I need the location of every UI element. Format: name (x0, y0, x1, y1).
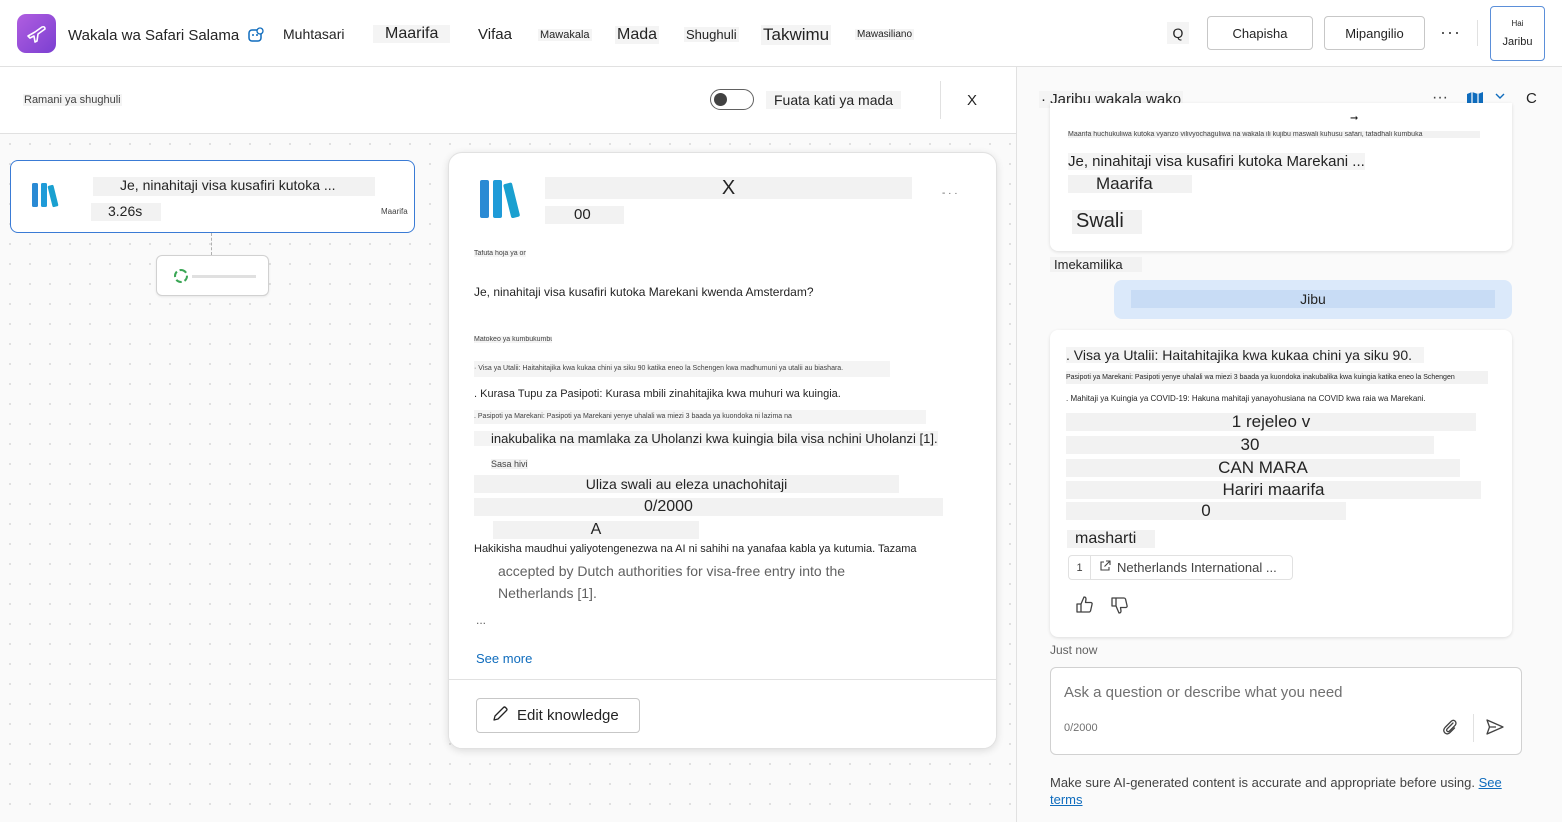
ask-placeholder: Uliza swali au eleza unachohitaji (474, 475, 899, 493)
input-label: Tafuta hoja ya ombi (474, 250, 526, 257)
answer-line-passport: Pasipoti ya Marekani: Pasipoti yenye uha… (1066, 371, 1488, 384)
tab-overview[interactable]: Muhtasari (281, 26, 347, 42)
card-tag: Maarifa (1068, 175, 1192, 193)
see-more-link[interactable]: See more (476, 651, 532, 666)
activity-map-header: Ramani ya shughuli Fuata kati ya mada X (0, 67, 1016, 134)
attach-icon[interactable] (1441, 718, 1459, 739)
follow-topics-label: Fuata kati ya mada (766, 91, 902, 109)
answer-excerpt-2: Netherlands [1]. (498, 585, 597, 601)
bot-answer-card: . Visa ya Utalii: Haitahitajika kwa kuka… (1050, 330, 1512, 637)
citation-title: Netherlands International ... (1117, 560, 1277, 575)
send-icon[interactable] (1485, 718, 1505, 739)
more-options-icon[interactable]: - · · (942, 188, 958, 199)
char-counter: 0/2000 (1064, 722, 1098, 734)
activity-map-title: Ramani ya shughuli (23, 94, 122, 106)
node-placeholder (192, 275, 256, 278)
passport-line: . Pasipoti ya Marekani: Pasipoti ya Mare… (474, 410, 926, 424)
activity-message-card: ➞ Maarifa huchukuliwa kutoka vyanzo vili… (1050, 103, 1512, 251)
knowledge-detail-panel: X 00 - · · Tafuta hoja ya ombi Je, ninah… (448, 152, 997, 749)
follow-topics-toggle[interactable] (710, 89, 754, 110)
answer-bar-3: CAN MARA (1066, 459, 1460, 477)
tab-agents[interactable]: Mawakala (538, 29, 592, 41)
detail-title: X (545, 177, 912, 199)
close-activity-button[interactable]: X (967, 92, 977, 109)
a-label: A (493, 521, 699, 539)
chat-input-box[interactable]: 0/2000 (1050, 667, 1522, 755)
top-bar: Wakala wa Safari Salama Muhtasari Maarif… (0, 0, 1562, 67)
external-link-icon (1099, 560, 1111, 575)
tab-analytics[interactable]: Takwimu (761, 25, 832, 45)
loading-spinner-icon (174, 269, 188, 283)
card-question: Je, ninahitaji visa kusafiri kutoka Mare… (1068, 153, 1365, 170)
answer-line-covid: . Mahitaji ya Kuingia ya COVID-19: Hakun… (1066, 394, 1426, 403)
settings-button[interactable]: Mipangilio (1324, 16, 1425, 50)
citation-link[interactable]: Netherlands International ... (1091, 560, 1277, 575)
activity-node-knowledge[interactable]: Je, ninahitaji visa kusafiri kutoka ... … (10, 160, 415, 233)
user-message-text: Jibu (1131, 290, 1495, 308)
answer-excerpt-1: accepted by Dutch authorities for visa-f… (498, 563, 846, 579)
edit-knowledge-label: Edit knowledge (517, 707, 619, 724)
ellipsis: ... (476, 613, 487, 627)
detail-footer: Edit knowledge (449, 679, 996, 748)
passport-pages-line: . Kurasa Tupu za Pasipoti: Kurasa mbili … (474, 388, 841, 400)
user-message-bubble: Jibu (1114, 280, 1512, 319)
node-type-tag: Maarifa (381, 207, 408, 216)
node-title: Je, ninahitaji visa kusafiri kutoka ... (93, 177, 375, 196)
node-duration: 3.26s (91, 203, 161, 221)
pencil-icon (491, 705, 509, 727)
references-toggle[interactable]: 1 rejeleo v (1066, 413, 1476, 431)
divider (1477, 20, 1478, 46)
terms-label: masharti (1067, 530, 1155, 548)
knowledge-icon (479, 178, 525, 223)
card-summary: Maarifa huchukuliwa kutoka vyanzo vilivy… (1068, 131, 1480, 138)
char-counter: 0/2000 (474, 498, 943, 516)
answer-bar-2: 30 (1066, 436, 1434, 454)
ai-disclaimer: Hakikisha maudhui yaliyotengenezwa na AI… (474, 543, 917, 555)
test-label: Jaribu (1502, 36, 1533, 48)
status-completed: Imekamilika (1050, 257, 1142, 272)
divider (940, 81, 941, 119)
output-label: Matokeo ya kumbukumbu (474, 336, 552, 343)
thumbs-down-icon[interactable] (1110, 595, 1130, 618)
detail-count: 00 (545, 206, 624, 224)
citation-chip[interactable]: 1 Netherlands International ... (1068, 555, 1293, 580)
card-kind: Swali (1072, 210, 1142, 234)
edit-knowledge-button[interactable]: Edit knowledge (476, 698, 640, 733)
tab-knowledge[interactable]: Maarifa (373, 25, 451, 43)
chat-disclaimer: Make sure AI-generated content is accura… (1050, 774, 1520, 808)
answer-bar-5: 0 (1066, 502, 1346, 520)
tab-activity[interactable]: Shughuli (684, 27, 739, 42)
output-line: · Visa ya Utalii: Haitahitajika kwa kuka… (474, 361, 890, 377)
answer-line-visa: . Visa ya Utalii: Haitahitajika kwa kuka… (1066, 347, 1425, 363)
tab-tools[interactable]: Vifaa (476, 26, 514, 43)
tab-topics[interactable]: Mada (615, 26, 660, 44)
citation-number: 1 (1069, 556, 1091, 579)
thumbs-up-icon[interactable] (1075, 595, 1095, 618)
answer-bar-4: Hariri maarifa (1066, 481, 1481, 499)
message-timestamp: Just now (1050, 643, 1098, 657)
test-agent-button[interactable]: Hai Jaribu (1490, 6, 1545, 61)
tab-channels[interactable]: Mawasiliano (855, 29, 915, 40)
test-top-label: Hai (1511, 19, 1524, 28)
refresh-button[interactable]: C (1526, 90, 1537, 107)
more-options-icon[interactable]: ··· (1440, 22, 1461, 43)
knowledge-icon (31, 181, 63, 212)
uholanzi-line: inakubalika na mamlaka za Uholanzi kwa k… (474, 431, 938, 446)
toggle-knob (714, 93, 727, 106)
now-label: Sasa hivi (491, 459, 528, 469)
arrow-icon: ➞ (1350, 113, 1359, 124)
test-agent-panel: · Jaribu wakala wako ··· C ➞ Maarifa huc… (1016, 67, 1562, 822)
divider (1473, 714, 1474, 742)
agent-name[interactable]: Wakala wa Safari Salama (68, 27, 239, 44)
publish-button[interactable]: Chapisha (1207, 16, 1313, 50)
query-text: Je, ninahitaji visa kusafiri kutoka Mare… (474, 285, 814, 299)
search-button[interactable]: Q (1167, 22, 1189, 44)
agent-logo-icon[interactable] (17, 14, 56, 53)
agent-status-icon[interactable] (246, 25, 266, 45)
activity-node-pending[interactable] (156, 255, 269, 296)
chat-input[interactable] (1064, 684, 1504, 701)
node-connector (211, 233, 212, 255)
disclaimer-text: Make sure AI-generated content is accura… (1050, 775, 1475, 790)
